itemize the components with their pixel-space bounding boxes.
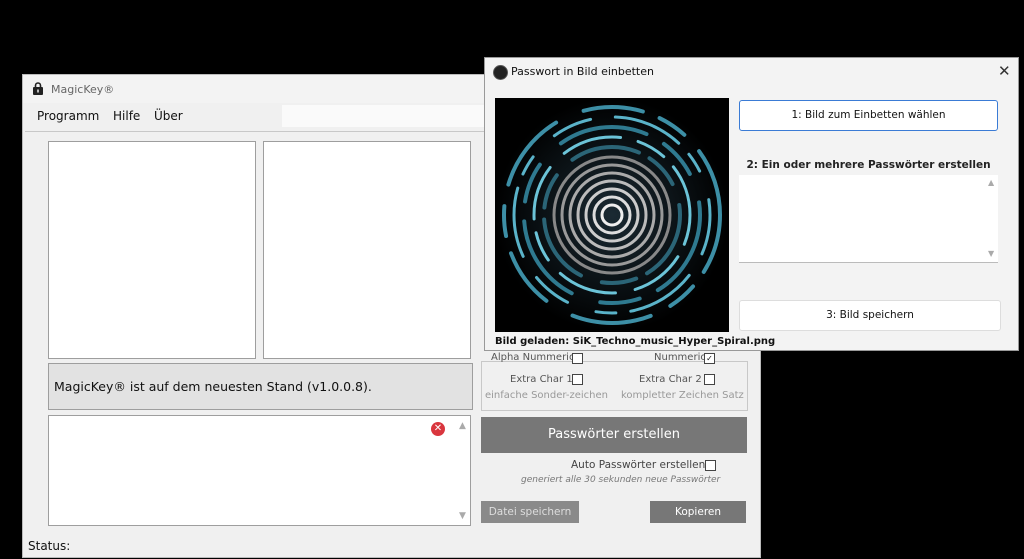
- right-list-panel[interactable]: [263, 141, 471, 359]
- extra-char-2-sub: kompletter Zeichen Satz: [621, 390, 744, 401]
- auto-create-hint: generiert alle 30 sekunden neue Passwört…: [521, 475, 721, 485]
- pw-scroll-up-arrow[interactable]: ▲: [988, 178, 994, 187]
- log-textarea[interactable]: ✕: [48, 415, 471, 526]
- left-list-panel[interactable]: [48, 141, 256, 359]
- alpha-numeric-label: Alpha Nummeric: [491, 352, 575, 363]
- save-file-button[interactable]: Datei speichern: [481, 501, 579, 523]
- lock-icon: [33, 82, 43, 95]
- extra-char-1-sub: einfache Sonder-zeichen: [485, 390, 608, 401]
- options-group: Alpha Nummeric Nummeric ✓ Extra Char 1: …: [481, 352, 748, 411]
- menu-bar-blank: [282, 105, 492, 127]
- numeric-checkbox[interactable]: ✓: [704, 353, 715, 364]
- dialog-title: Passwort in Bild einbetten: [511, 65, 654, 78]
- embed-password-dialog: Passwort in Bild einbetten ✕ Bild gelade…: [484, 57, 1019, 351]
- update-status-box: MagicKey® ist auf dem neuesten Stand (v1…: [48, 363, 473, 410]
- window-title: MagicKey®: [51, 83, 115, 96]
- choose-image-button[interactable]: 1: Bild zum Einbetten wählen: [739, 100, 998, 131]
- scroll-down-arrow[interactable]: ▼: [459, 511, 466, 521]
- menu-ueber[interactable]: Über: [154, 109, 183, 123]
- close-icon[interactable]: ✕: [998, 62, 1011, 80]
- copy-button[interactable]: Kopieren: [650, 501, 746, 523]
- pw-scroll-down-arrow[interactable]: ▼: [988, 249, 994, 258]
- scroll-up-arrow[interactable]: ▲: [459, 421, 466, 431]
- update-message: MagicKey® ist auf dem neuesten Stand (v1…: [54, 379, 372, 394]
- status-label: Status:: [28, 539, 71, 553]
- image-loaded-caption: Bild geladen: SiK_Techno_music_Hyper_Spi…: [495, 336, 776, 347]
- auto-create-checkbox[interactable]: [705, 460, 716, 471]
- spiral-image: [495, 98, 729, 332]
- create-passwords-label: 2: Ein oder mehrere Passwörter erstellen: [746, 159, 991, 171]
- auto-create-label: Auto Passwörter erstellen: [571, 459, 706, 471]
- menu-programm[interactable]: Programm: [37, 109, 99, 123]
- alpha-numeric-checkbox[interactable]: [572, 353, 583, 364]
- menu-hilfe[interactable]: Hilfe: [113, 109, 140, 123]
- extra-char-2-checkbox[interactable]: [704, 374, 715, 385]
- save-image-button[interactable]: 3: Bild speichern: [739, 300, 1001, 331]
- error-icon[interactable]: ✕: [431, 422, 445, 436]
- extra-char-2-label: Extra Char 2 :: [639, 374, 709, 385]
- numeric-label: Nummeric: [654, 352, 706, 363]
- passwords-textarea[interactable]: [739, 175, 998, 263]
- image-preview: [495, 98, 729, 332]
- app-icon: [493, 65, 508, 80]
- extra-char-1-checkbox[interactable]: [572, 374, 583, 385]
- extra-char-1-label: Extra Char 1:: [510, 374, 577, 385]
- create-passwords-button[interactable]: Passwörter erstellen: [481, 417, 747, 453]
